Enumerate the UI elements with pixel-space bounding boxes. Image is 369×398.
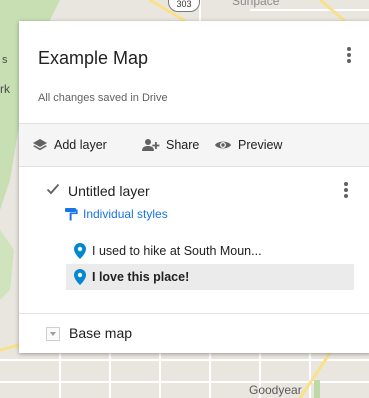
preview-button[interactable]: Preview bbox=[214, 124, 282, 166]
add-layer-button[interactable]: Add layer bbox=[32, 124, 107, 166]
map-label-fragment: rk bbox=[0, 82, 10, 96]
map-road-label: Sunpace bbox=[232, 0, 280, 8]
layers-icon bbox=[33, 139, 47, 151]
map-city-label: Goodyear bbox=[249, 383, 302, 397]
layer-title[interactable]: Untitled layer bbox=[68, 183, 150, 199]
layer-options-button[interactable] bbox=[339, 180, 353, 202]
layer-section: Untitled layer Individual styles I used … bbox=[19, 166, 369, 312]
feature-list-item-selected[interactable]: I love this place! bbox=[66, 264, 354, 290]
more-vert-icon bbox=[347, 47, 351, 51]
paint-roller-icon bbox=[65, 208, 78, 221]
map-options-button[interactable] bbox=[341, 45, 357, 67]
panel-header: Example Map All changes saved in Drive bbox=[19, 21, 369, 122]
share-button[interactable]: Share bbox=[142, 124, 199, 166]
feature-label: I used to hike at South Moun... bbox=[92, 244, 262, 258]
share-label: Share bbox=[166, 138, 200, 152]
base-map-section: Base map bbox=[19, 313, 369, 354]
map-label-fragment: s bbox=[2, 54, 8, 66]
save-status: All changes saved in Drive bbox=[38, 92, 168, 104]
eye-icon bbox=[215, 141, 231, 149]
feature-label: I love this place! bbox=[92, 270, 190, 284]
checkmark-icon[interactable] bbox=[46, 182, 60, 196]
map-title[interactable]: Example Map bbox=[38, 48, 148, 69]
more-vert-icon bbox=[344, 182, 348, 186]
base-map-label[interactable]: Base map bbox=[69, 325, 132, 341]
place-pin-icon bbox=[74, 269, 86, 285]
styles-label: Individual styles bbox=[83, 207, 168, 221]
panel-toolbar: Add layer Share Preview bbox=[19, 123, 369, 167]
chevron-down-icon[interactable] bbox=[46, 327, 60, 341]
map-legend-panel: Example Map All changes saved in Drive A… bbox=[19, 21, 369, 353]
person-add-icon bbox=[142, 139, 160, 151]
feature-list-item[interactable]: I used to hike at South Moun... bbox=[66, 238, 354, 264]
add-layer-label: Add layer bbox=[54, 138, 107, 152]
place-pin-icon bbox=[74, 243, 86, 259]
highway-shield: 303 bbox=[168, 0, 200, 12]
preview-label: Preview bbox=[238, 138, 283, 152]
individual-styles-link[interactable]: Individual styles bbox=[64, 207, 168, 221]
